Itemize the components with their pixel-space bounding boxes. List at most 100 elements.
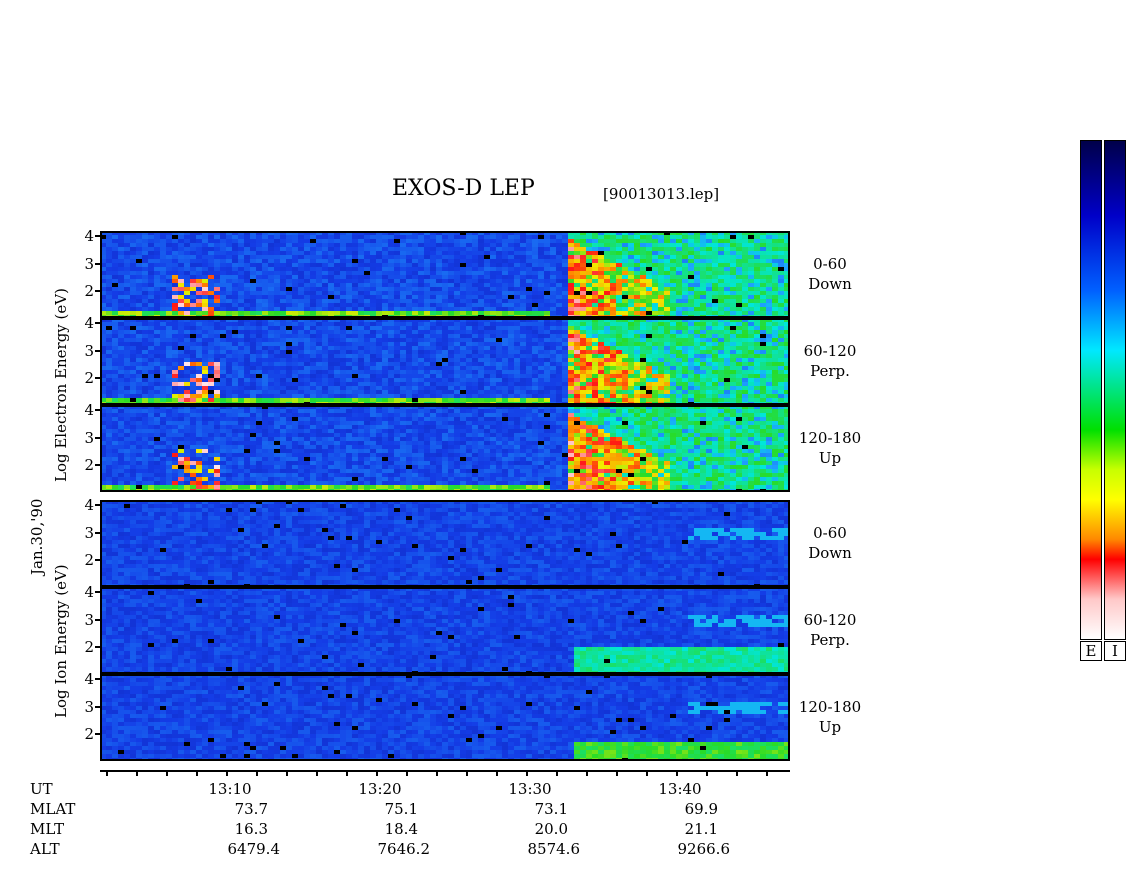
panel-frame: [100, 674, 790, 761]
pitch-angle-label: 0-60 Down: [790, 254, 870, 294]
x-tick-mark: [196, 770, 198, 776]
panel-frame: [100, 500, 790, 587]
x-tick-mark: [286, 770, 288, 776]
y-tick-label: 4: [84, 314, 94, 333]
x-tick-label: 13:30: [508, 780, 552, 798]
y-tick-label: 3: [84, 523, 94, 542]
x-tick-mark: [106, 770, 108, 776]
pitch-angle-label: 60-120 Perp.: [790, 341, 870, 381]
y-tick-label: 3: [84, 254, 94, 273]
x-tick-mark: [316, 770, 318, 776]
y-tick-mark: [95, 436, 100, 439]
x-tick-mark: [256, 770, 258, 776]
ephemeris-value: 20.0: [534, 820, 568, 838]
x-tick-mark: [496, 770, 498, 776]
y-tick-mark: [95, 504, 100, 507]
x-tick-mark: [346, 770, 348, 776]
ion-colorbar: [1104, 140, 1126, 640]
chart-title: EXOS-D LEP: [392, 176, 535, 201]
y-tick-label: 4: [84, 401, 94, 420]
y-tick-label: 4: [84, 227, 94, 246]
pitch-angle-label: 120-180 Up: [790, 428, 870, 468]
pitch-direction: Perp.: [810, 631, 850, 649]
y-tick-mark: [95, 349, 100, 352]
y-tick-label: 3: [84, 697, 94, 716]
x-tick-mark: [676, 770, 678, 776]
pitch-angle-label: 0-60 Down: [790, 523, 870, 563]
ephemeris-value: 16.3: [234, 820, 268, 838]
y-tick-mark: [95, 409, 100, 412]
ephemeris-row-label: MLT: [30, 820, 65, 838]
ephemeris-value: 7646.2: [377, 840, 431, 858]
y-tick-label: 4: [84, 583, 94, 602]
ephemeris-value: 73.7: [234, 800, 268, 818]
pitch-direction: Perp.: [810, 362, 850, 380]
pitch-angle-range: 60-120: [803, 611, 857, 629]
electron-axis-label: Log Electron Energy (eV): [52, 288, 70, 482]
y-tick-mark: [95, 531, 100, 534]
y-tick-mark: [95, 645, 100, 648]
ion-colorbar-label: I: [1104, 641, 1126, 661]
ephemeris-value: 73.1: [534, 800, 568, 818]
x-tick-mark: [136, 770, 138, 776]
x-tick-mark: [736, 770, 738, 776]
y-tick-mark: [95, 235, 100, 238]
ephemeris-value: 18.4: [384, 820, 418, 838]
ephemeris-value: 69.9: [684, 800, 718, 818]
pitch-angle-range: 0-60: [813, 255, 847, 273]
y-tick-label: 2: [84, 724, 94, 743]
x-tick-mark: [166, 770, 168, 776]
ephemeris-value: 75.1: [384, 800, 418, 818]
x-tick-mark: [226, 770, 228, 776]
panel-frame: [100, 318, 790, 405]
y-tick-mark: [95, 558, 100, 561]
x-tick-label: 13:20: [358, 780, 402, 798]
y-tick-label: 4: [84, 496, 94, 515]
x-tick-mark: [436, 770, 438, 776]
pitch-angle-label: 120-180 Up: [790, 697, 870, 737]
x-tick-label: 13:40: [658, 780, 702, 798]
y-tick-label: 2: [84, 455, 94, 474]
y-tick-label: 2: [84, 550, 94, 569]
y-tick-mark: [95, 678, 100, 681]
y-tick-label: 2: [84, 368, 94, 387]
file-label: [90013013.lep]: [603, 185, 720, 203]
pitch-direction: Up: [818, 718, 842, 736]
ephemeris-row-label: ALT: [30, 840, 60, 858]
y-tick-mark: [95, 618, 100, 621]
panel-frame: [100, 231, 790, 318]
y-tick-mark: [95, 289, 100, 292]
pitch-direction: Down: [808, 544, 852, 562]
x-tick-mark: [616, 770, 618, 776]
pitch-angle-range: 120-180: [798, 429, 862, 447]
x-tick-mark: [376, 770, 378, 776]
ion-axis-label: Log Ion Energy (eV): [52, 564, 70, 718]
x-tick-mark: [766, 770, 768, 776]
pitch-angle-range: 60-120: [803, 342, 857, 360]
pitch-direction: Down: [808, 275, 852, 293]
date-label: Jan.30,'90: [28, 498, 46, 575]
ephemeris-value: 21.1: [684, 820, 718, 838]
ephemeris-value: 6479.4: [227, 840, 281, 858]
x-tick-mark: [466, 770, 468, 776]
y-tick-mark: [95, 262, 100, 265]
y-tick-label: 3: [84, 610, 94, 629]
x-tick-mark: [646, 770, 648, 776]
ephemeris-row-label: UT: [30, 780, 53, 798]
x-tick-mark: [406, 770, 408, 776]
x-tick-mark: [586, 770, 588, 776]
electron-colorbar-label: E: [1080, 641, 1102, 661]
pitch-angle-range: 120-180: [798, 698, 862, 716]
y-tick-mark: [95, 322, 100, 325]
x-tick-mark: [706, 770, 708, 776]
y-tick-label: 3: [84, 428, 94, 447]
pitch-angle-range: 0-60: [813, 524, 847, 542]
x-tick-mark: [556, 770, 558, 776]
y-tick-mark: [95, 463, 100, 466]
panel-frame: [100, 405, 790, 492]
panel-frame: [100, 587, 790, 674]
x-axis: [100, 770, 790, 772]
y-tick-label: 2: [84, 637, 94, 656]
y-tick-mark: [95, 376, 100, 379]
ephemeris-value: 8574.6: [527, 840, 581, 858]
